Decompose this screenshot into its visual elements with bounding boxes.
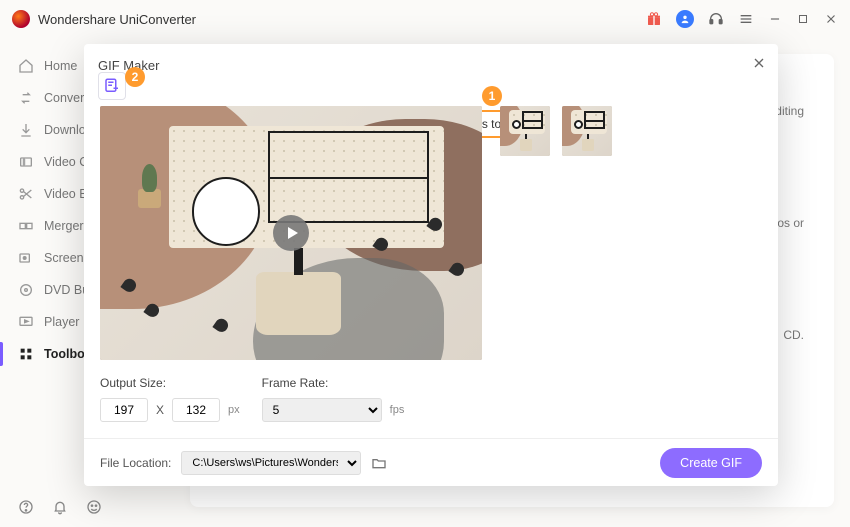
modal-footer: File Location: C:\Users\ws\Pictures\Wond… — [84, 438, 778, 486]
file-location-select[interactable]: C:\Users\ws\Pictures\Wondersh — [181, 451, 361, 475]
app-title: Wondershare UniConverter — [38, 12, 196, 27]
close-icon[interactable] — [750, 54, 768, 72]
close-icon[interactable] — [824, 12, 838, 26]
disc-icon — [18, 282, 34, 298]
titlebar-actions — [646, 10, 838, 28]
gif-maker-modal: GIF Maker 1 Video to GIF Photos to GIF 2 — [84, 44, 778, 486]
output-height-input[interactable] — [172, 398, 220, 422]
sidebar-item-label: Player — [44, 315, 79, 329]
download-icon — [18, 122, 34, 138]
grid-icon — [18, 346, 34, 362]
bell-icon[interactable] — [52, 499, 68, 515]
create-gif-button[interactable]: Create GIF — [660, 448, 762, 478]
converter-icon — [18, 90, 34, 106]
home-icon — [18, 58, 34, 74]
frame-rate-group: Frame Rate: 5 fps — [262, 376, 405, 422]
merge-icon — [18, 218, 34, 234]
app-logo — [12, 10, 30, 28]
fps-unit: fps — [390, 404, 405, 416]
gift-icon[interactable] — [646, 11, 662, 27]
folder-icon[interactable] — [371, 455, 387, 471]
scissors-icon — [18, 186, 34, 202]
play-icon[interactable] — [273, 215, 309, 251]
preview-image[interactable] — [100, 106, 482, 360]
bg-text: CD. — [783, 328, 804, 342]
compress-icon — [18, 154, 34, 170]
bottombar — [0, 487, 120, 527]
x-separator: X — [156, 403, 164, 417]
maximize-icon[interactable] — [796, 12, 810, 26]
add-file-button[interactable] — [98, 72, 126, 100]
help-icon[interactable] — [18, 499, 34, 515]
sidebar-item-label: Merger — [44, 219, 84, 233]
sidebar-item-label: Home — [44, 59, 77, 73]
output-width-input[interactable] — [100, 398, 148, 422]
file-location-label: File Location: — [100, 456, 171, 470]
user-avatar-icon[interactable] — [676, 10, 694, 28]
titlebar: Wondershare UniConverter — [0, 0, 850, 38]
headset-icon[interactable] — [708, 11, 724, 27]
frame-rate-label: Frame Rate: — [262, 376, 405, 390]
emoji-icon[interactable] — [86, 499, 102, 515]
annotation-callout-1: 1 — [482, 86, 502, 106]
px-unit: px — [228, 404, 240, 416]
modal-header: GIF Maker — [84, 44, 778, 86]
hamburger-icon[interactable] — [738, 11, 754, 27]
play-icon — [18, 314, 34, 330]
thumbnail-list — [500, 106, 612, 360]
bg-text: os or — [777, 216, 804, 230]
thumbnail[interactable] — [562, 106, 612, 156]
minimize-icon[interactable] — [768, 12, 782, 26]
thumbnail[interactable] — [500, 106, 550, 156]
record-icon — [18, 250, 34, 266]
frame-rate-select[interactable]: 5 — [262, 398, 382, 422]
output-size-group: Output Size: X px — [100, 376, 240, 422]
output-size-label: Output Size: — [100, 376, 240, 390]
annotation-callout-2: 2 — [125, 67, 145, 87]
